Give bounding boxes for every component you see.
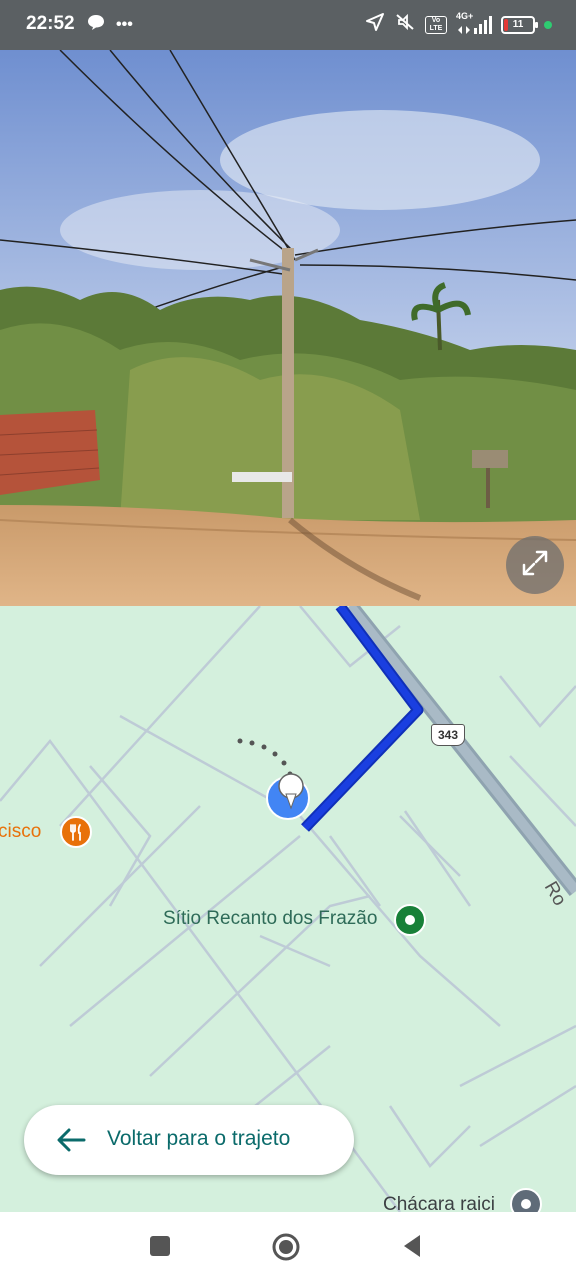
back-to-route-button[interactable]: Voltar para o trajeto (24, 1105, 354, 1175)
home-icon[interactable] (271, 1232, 300, 1261)
battery-icon: 11 (501, 15, 538, 34)
street-view-image[interactable] (0, 50, 576, 606)
volte-icon: Vo LTE (425, 15, 447, 34)
route-shield-343: 343 (431, 724, 465, 746)
expand-button[interactable] (506, 536, 564, 594)
signal-icon: 4G+ (456, 11, 492, 36)
arrow-left-icon (56, 1127, 86, 1158)
poi-chacara-label[interactable]: Chácara raici (383, 1194, 495, 1212)
privacy-indicator-dot (544, 20, 552, 29)
restaurant-icon[interactable] (60, 816, 92, 848)
chat-bubble-icon (86, 12, 106, 37)
recent-apps-icon[interactable] (146, 1232, 174, 1260)
status-time: 22:52 (26, 13, 75, 34)
mute-icon (394, 12, 416, 37)
expand-icon (520, 548, 550, 583)
place-pin-icon-chacara[interactable] (510, 1188, 542, 1212)
street-view-scene (0, 50, 576, 606)
back-icon[interactable] (398, 1232, 426, 1260)
poi-restaurant-label[interactable]: cisco (0, 821, 41, 843)
poi-sitio-label[interactable]: Sítio Recanto dos Frazão (163, 908, 377, 930)
location-arrow-icon (365, 12, 385, 37)
street-view-pegman-pin-icon (276, 772, 306, 817)
back-to-route-label: Voltar para o trajeto (107, 1127, 291, 1150)
place-pin-icon[interactable] (394, 904, 426, 936)
status-bar: 22:52 ••• Vo LTE 4G+ 11 (0, 0, 576, 50)
navigation-bar (0, 1212, 576, 1280)
more-icon: ••• (116, 15, 133, 33)
